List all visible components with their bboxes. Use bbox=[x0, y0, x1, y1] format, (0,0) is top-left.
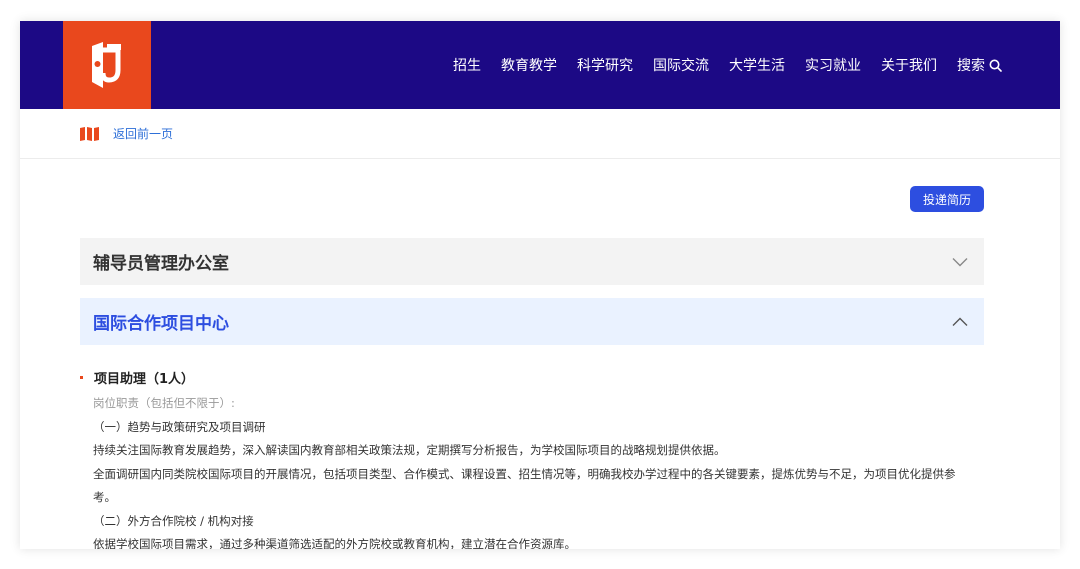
nav-careers[interactable]: 实习就业 bbox=[805, 55, 861, 75]
job-description: 岗位职责（包括但不限于）: （一）趋势与政策研究及项目调研 持续关注国际教育发展… bbox=[93, 392, 990, 549]
chevron-up-icon bbox=[952, 317, 968, 326]
accordion-title: 国际合作项目中心 bbox=[93, 314, 229, 334]
site-header: 招生 教育教学 科学研究 国际交流 大学生活 实习就业 关于我们 搜索 bbox=[20, 21, 1060, 109]
nav-search[interactable]: 搜索 bbox=[957, 55, 1002, 75]
accordion-title: 辅导员管理办公室 bbox=[93, 254, 229, 274]
desc-line: （二）外方合作院校 / 机构对接 bbox=[93, 513, 254, 528]
search-label: 搜索 bbox=[957, 58, 985, 74]
main-nav: 招生 教育教学 科学研究 国际交流 大学生活 实习就业 关于我们 搜索 bbox=[453, 21, 1002, 109]
desc-line: 持续关注国际教育发展趋势，深入解读国内教育部相关政策法规，定期撰写分析报告，为学… bbox=[93, 443, 726, 457]
desc-line: 考。 bbox=[93, 490, 116, 504]
site-logo[interactable] bbox=[63, 21, 151, 109]
map-icon bbox=[80, 126, 100, 141]
back-link[interactable]: 返回前一页 bbox=[113, 125, 173, 142]
nav-research[interactable]: 科学研究 bbox=[577, 55, 633, 75]
desc-line: 全面调研国内同类院校国际项目的开展情况，包括项目类型、合作模式、课程设置、招生情… bbox=[93, 466, 956, 481]
job-posting: 项目助理（1人） 岗位职责（包括但不限于）: （一）趋势与政策研究及项目调研 持… bbox=[80, 366, 990, 549]
job-title: 项目助理（1人） bbox=[94, 371, 195, 387]
job-title-row: 项目助理（1人） bbox=[80, 366, 990, 388]
chevron-down-icon bbox=[952, 257, 968, 266]
breadcrumb: 返回前一页 bbox=[20, 109, 1060, 159]
accordion-international-projects[interactable]: 国际合作项目中心 bbox=[80, 298, 984, 345]
desc-line: （一）趋势与政策研究及项目调研 bbox=[93, 419, 266, 434]
nav-admissions[interactable]: 招生 bbox=[453, 55, 481, 75]
browser-page: 招生 教育教学 科学研究 国际交流 大学生活 实习就业 关于我们 搜索 返回前一… bbox=[20, 21, 1060, 549]
search-icon bbox=[989, 59, 1002, 72]
submit-resume-button[interactable]: 投递简历 bbox=[910, 186, 984, 212]
desc-line: 依据学校国际项目需求，通过多种渠道筛选适配的外方院校或教育机构，建立潜在合作资源… bbox=[93, 537, 576, 549]
bullet-marker bbox=[80, 375, 83, 379]
accordion-counselor-office[interactable]: 辅导员管理办公室 bbox=[80, 238, 984, 285]
university-logo-icon bbox=[92, 42, 121, 88]
duty-heading: 岗位职责（包括但不限于）: bbox=[93, 396, 235, 410]
nav-about[interactable]: 关于我们 bbox=[881, 55, 937, 75]
nav-education[interactable]: 教育教学 bbox=[501, 55, 557, 75]
nav-campus-life[interactable]: 大学生活 bbox=[729, 55, 785, 75]
nav-international[interactable]: 国际交流 bbox=[653, 55, 709, 75]
